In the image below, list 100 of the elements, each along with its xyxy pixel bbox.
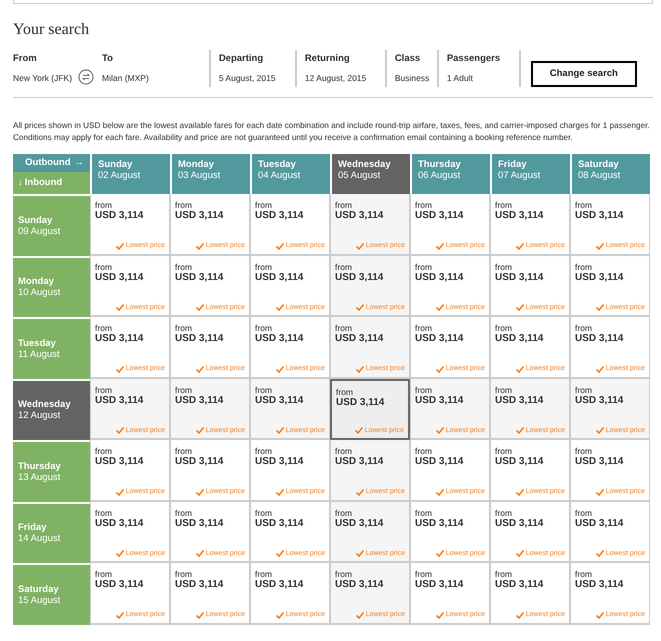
inbound-label: Inbound	[24, 176, 62, 190]
checkmark-icon	[196, 612, 204, 619]
fare-price: USD 3,114	[415, 518, 464, 530]
checkmark-icon	[436, 427, 444, 434]
checkmark-icon	[276, 304, 284, 312]
from-label: from	[415, 508, 433, 518]
checkmark-icon	[436, 612, 444, 619]
checkmark-icon	[596, 366, 604, 373]
checkmark-icon	[356, 242, 364, 250]
from-label: from	[95, 446, 113, 456]
checkmark-icon	[356, 304, 364, 312]
checkmark-icon	[356, 366, 364, 373]
checkmark-icon	[596, 488, 604, 496]
checkmark-icon	[436, 550, 444, 558]
fare-price: USD 3,114	[175, 394, 224, 406]
fare-price: USD 3,114	[175, 333, 224, 345]
checkmark-icon	[354, 427, 363, 434]
from-label: from	[495, 384, 513, 394]
checkmark-icon	[516, 550, 524, 558]
fare-price: USD 3,114	[95, 272, 144, 284]
field-value: Milan (MXP)	[102, 72, 149, 85]
field-value: Business	[394, 72, 429, 85]
fare-price: USD 3,114	[415, 579, 464, 591]
checkmark-icon	[196, 488, 204, 496]
field-label: Departing	[218, 52, 264, 66]
fare-price: USD 3,114	[175, 456, 224, 468]
checkmark-icon	[596, 304, 604, 312]
fare-price: USD 3,114	[575, 579, 624, 591]
fare-price: USD 3,114	[255, 394, 304, 406]
checkmark-icon	[356, 550, 364, 558]
checkmark-icon	[516, 612, 524, 619]
checkmark-icon	[116, 427, 124, 434]
fare-price: USD 3,114	[575, 333, 624, 345]
from-label: from	[95, 508, 113, 518]
from-label: from	[495, 323, 513, 333]
inbound-date-header[interactable]: Wednesday 12 August	[13, 378, 90, 440]
from-label: from	[495, 200, 513, 210]
outbound-date-header[interactable]: Wednesday 05 August	[330, 154, 410, 194]
from-label: from	[415, 262, 433, 272]
fare-price: USD 3,114	[415, 272, 464, 284]
fare-price: USD 3,114	[255, 333, 304, 345]
fare-price: USD 3,114	[495, 456, 544, 468]
fare-price: USD 3,114	[255, 518, 304, 530]
checkmark-icon	[436, 366, 444, 373]
from-label: from	[95, 262, 113, 272]
field-value: 12 August, 2015	[304, 72, 368, 85]
checkmark-icon	[196, 550, 204, 558]
fare-price: USD 3,114	[95, 210, 144, 222]
field-label: Returning	[304, 52, 351, 66]
fare-price: USD 3,114	[95, 579, 144, 591]
fare-price: USD 3,114	[575, 456, 624, 468]
checkmark-icon	[596, 242, 604, 250]
checkmark-icon	[196, 304, 204, 312]
fare-price: USD 3,114	[95, 518, 144, 530]
fare-price: USD 3,114	[175, 272, 224, 284]
field-label: Class	[394, 52, 422, 66]
fare-price: USD 3,114	[415, 456, 464, 468]
field-label: From	[13, 52, 38, 66]
fare-price: USD 3,114	[255, 456, 304, 468]
checkmark-icon	[116, 304, 124, 312]
from-label: from	[255, 200, 273, 210]
swap-icon[interactable]	[78, 69, 94, 85]
from-label: from	[255, 508, 273, 518]
from-label: from	[255, 323, 273, 333]
fare-price: USD 3,114	[415, 333, 464, 345]
fare-price: USD 3,114	[495, 210, 544, 222]
from-label: from	[175, 384, 193, 394]
from-label: from	[95, 569, 113, 579]
change-search-button[interactable]: Change search	[530, 61, 637, 87]
field-value: 5 August, 2015	[218, 72, 277, 85]
checkmark-icon	[276, 550, 284, 558]
fare-price: USD 3,114	[335, 333, 384, 345]
from-label: from	[255, 384, 273, 394]
fare-price: USD 3,114	[415, 394, 464, 406]
fare-price: USD 3,114	[495, 579, 544, 591]
fare-price: USD 3,114	[95, 456, 144, 468]
fare-price: USD 3,114	[495, 394, 544, 406]
fare-price: USD 3,114	[255, 210, 304, 222]
fare-price: USD 3,114	[335, 210, 384, 222]
from-label: from	[175, 446, 193, 456]
from-label: from	[335, 323, 353, 333]
from-label: from	[95, 323, 113, 333]
checkmark-icon	[276, 242, 284, 250]
from-label: from	[575, 508, 593, 518]
from-label: from	[495, 446, 513, 456]
checkmark-icon	[276, 366, 284, 373]
checkmark-icon	[436, 488, 444, 496]
from-label: from	[575, 323, 593, 333]
from-label: from	[175, 200, 193, 210]
fare-price: USD 3,114	[255, 272, 304, 284]
checkmark-icon	[436, 304, 444, 312]
checkmark-icon	[356, 488, 364, 496]
fare-price: USD 3,114	[336, 396, 386, 408]
from-label: from	[575, 200, 593, 210]
checkmark-icon	[436, 242, 444, 250]
checkmark-icon	[516, 366, 524, 373]
from-label: from	[335, 446, 353, 456]
checkmark-icon	[516, 242, 524, 250]
fare-price: USD 3,114	[335, 456, 384, 468]
arrow-icon: →	[74, 156, 84, 170]
